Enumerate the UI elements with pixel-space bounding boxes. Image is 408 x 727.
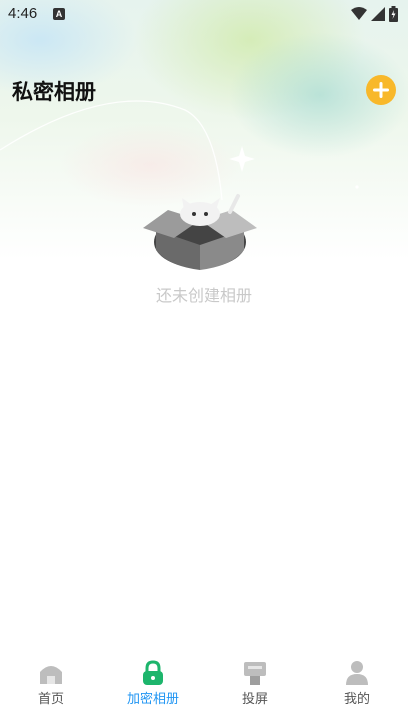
empty-state-message: 还未创建相册 [155, 286, 252, 305]
status-bar: 4:46 A [0, 0, 408, 28]
signal-icon [371, 7, 385, 21]
status-time: 4:46 [8, 5, 38, 22]
battery-icon [389, 6, 398, 22]
tab-label: 加密相册 [126, 692, 179, 707]
tab-label: 首页 [37, 692, 64, 707]
add-album-button[interactable] [366, 75, 396, 105]
tab-label: 我的 [343, 692, 370, 707]
wifi-icon [351, 7, 367, 20]
tab-mine[interactable]: 我的 [306, 652, 408, 727]
cast-icon [244, 662, 266, 685]
tab-label: 投屏 [241, 692, 268, 707]
plus-icon [373, 82, 389, 98]
person-icon [346, 661, 368, 685]
lock-icon [143, 660, 163, 685]
home-icon [40, 666, 62, 684]
tab-encrypted-album[interactable]: 加密相册 [102, 652, 204, 727]
empty-box-illustration [143, 194, 257, 270]
tab-home[interactable]: 首页 [0, 652, 102, 727]
page-title: 私密相册 [12, 80, 96, 104]
bottom-tab-bar: 首页 加密相册 投屏 我的 [0, 652, 408, 727]
notification-icon: A [53, 8, 65, 20]
tab-cast[interactable]: 投屏 [204, 652, 306, 727]
